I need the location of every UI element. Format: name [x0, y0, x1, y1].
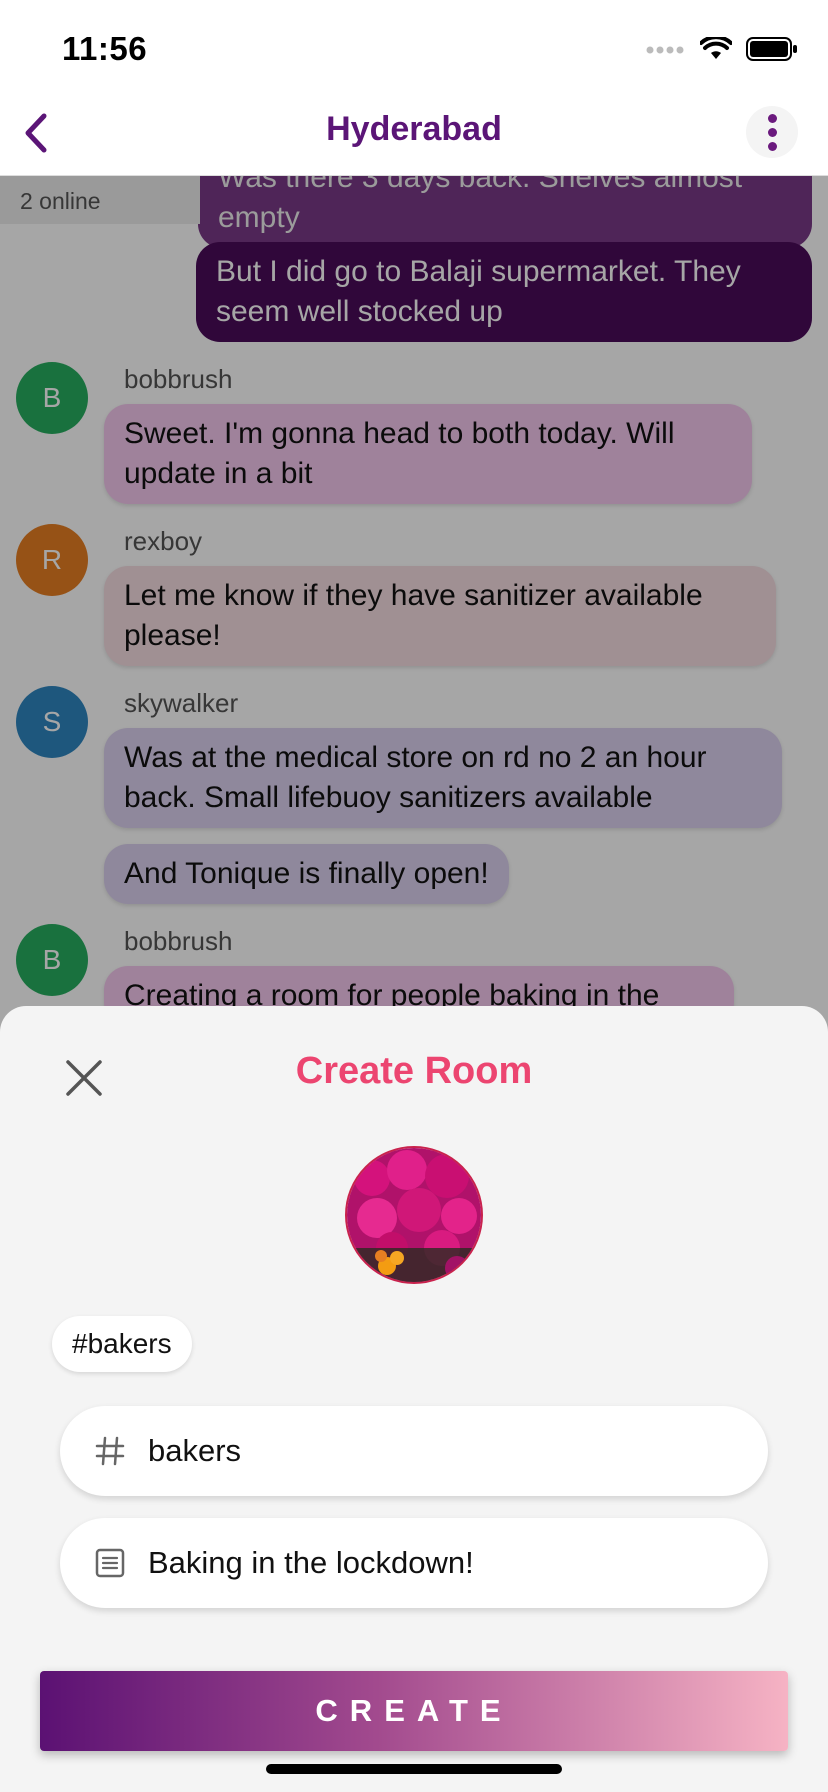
room-title: Hyderabad: [326, 110, 502, 148]
room-name-input[interactable]: [148, 1433, 708, 1469]
sheet-title: Create Room: [295, 1050, 533, 1092]
room-description-input[interactable]: [148, 1545, 708, 1581]
hashtag-icon: [90, 1431, 130, 1471]
nav-bar: Hyderabad: [0, 90, 828, 176]
status-bar: 11:56: [0, 0, 828, 90]
home-indicator: [266, 1764, 562, 1774]
signal-icon: [646, 46, 684, 54]
wifi-icon: [700, 37, 732, 59]
room-name-field[interactable]: [60, 1406, 768, 1496]
room-photo: [347, 1148, 481, 1282]
more-vertical-icon-dot: [767, 127, 777, 137]
create-button[interactable]: CREATE: [40, 1671, 788, 1751]
battery-icon: [746, 37, 797, 61]
more-vertical-icon-dot: [767, 141, 777, 151]
create-room-sheet: Create Room #bakers bakers Baking in the…: [0, 1006, 828, 1792]
more-options-button[interactable]: [746, 106, 798, 158]
description-icon: [90, 1543, 130, 1583]
room-tag-chip: #bakers: [52, 1316, 192, 1372]
room-image-picker[interactable]: [345, 1146, 483, 1284]
status-icons: [646, 34, 798, 64]
status-time: 11:56: [62, 30, 148, 67]
more-vertical-icon: [767, 113, 777, 123]
room-description-field[interactable]: [60, 1518, 768, 1608]
